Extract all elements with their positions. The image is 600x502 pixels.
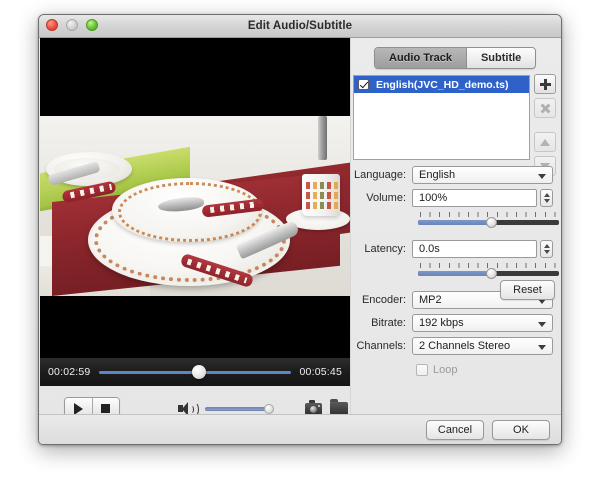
total-time: 00:05:45: [299, 366, 342, 378]
list-item[interactable]: English(JVC_HD_demo.ts): [354, 76, 529, 93]
player-volume-track: [205, 406, 268, 411]
move-track-up-button[interactable]: [534, 132, 556, 152]
window-body: 00:02:59 00:05:45 Audio Track Subtitle E…: [39, 38, 561, 444]
language-row: Language: English: [351, 166, 561, 184]
arrow-up-icon: [540, 138, 550, 146]
scrub-track[interactable]: [99, 365, 291, 379]
tab-audio-track[interactable]: Audio Track: [375, 48, 466, 68]
latency-slider-ticks: [420, 263, 557, 268]
dialog-footer: Cancel OK: [39, 414, 561, 444]
volume-slider-knob[interactable]: [486, 217, 498, 228]
plus-icon: [539, 78, 551, 90]
volume-slider[interactable]: [418, 212, 559, 231]
playback-scrubber[interactable]: 00:02:59 00:05:45: [40, 358, 350, 386]
chevron-down-icon: [538, 345, 546, 350]
loop-checkbox[interactable]: [416, 364, 428, 376]
remove-track-button[interactable]: [534, 98, 556, 118]
current-time: 00:02:59: [48, 366, 91, 378]
latency-label: Latency:: [364, 243, 406, 255]
volume-input[interactable]: 100%: [412, 189, 537, 207]
settings-panel: Audio Track Subtitle English(JVC_HD_demo…: [351, 38, 561, 431]
add-track-button[interactable]: [534, 74, 556, 94]
tab-subtitle[interactable]: Subtitle: [465, 48, 536, 68]
audio-settings-form: Language: English Volume: 100% Latency: …: [351, 166, 561, 376]
stop-icon: [101, 404, 111, 413]
volume-slider-ticks: [420, 212, 557, 217]
volume-stepper[interactable]: [540, 189, 553, 207]
player-volume-knob[interactable]: [264, 403, 274, 414]
track-list-tools: [534, 74, 556, 180]
latency-input[interactable]: 0.0s: [412, 240, 537, 258]
reset-button[interactable]: Reset: [500, 280, 555, 300]
zoom-button[interactable]: [86, 19, 98, 31]
minimize-button[interactable]: [66, 19, 78, 31]
video-stage[interactable]: [40, 38, 350, 358]
latency-slider-fill: [418, 271, 492, 276]
volume-slider-fill: [418, 220, 492, 225]
latency-row: Latency: 0.0s: [351, 240, 561, 258]
encoder-label: Encoder:: [361, 294, 406, 306]
latency-stepper[interactable]: [540, 240, 553, 258]
window-controls: [46, 19, 98, 31]
loop-row[interactable]: Loop: [416, 364, 561, 376]
language-select[interactable]: English: [412, 166, 553, 184]
language-value: English: [419, 169, 456, 181]
stepper-up-icon: [543, 193, 550, 197]
window-title: Edit Audio/Subtitle: [247, 20, 353, 32]
play-icon: [73, 402, 83, 415]
track-list[interactable]: English(JVC_HD_demo.ts): [353, 75, 530, 160]
track-label: English(JVC_HD_demo.ts): [376, 78, 509, 91]
close-button[interactable]: [46, 19, 58, 31]
x-icon: [540, 103, 551, 114]
language-label: Language:: [354, 169, 406, 181]
channels-select[interactable]: 2 Channels Stereo: [412, 337, 553, 355]
channels-row: Channels: 2 Channels Stereo: [351, 337, 561, 355]
latency-slider-knob[interactable]: [486, 268, 498, 279]
chevron-down-icon: [538, 322, 546, 327]
window-titlebar: Edit Audio/Subtitle: [39, 15, 561, 38]
cancel-button[interactable]: Cancel: [426, 420, 484, 440]
chevron-down-icon: [538, 174, 546, 179]
video-player: 00:02:59 00:05:45: [40, 38, 350, 431]
ok-button[interactable]: OK: [492, 420, 550, 440]
volume-row: Volume: 100%: [351, 189, 561, 207]
scrub-knob[interactable]: [191, 365, 206, 379]
channels-label: Channels:: [356, 340, 406, 352]
channels-value: 2 Channels Stereo: [419, 340, 511, 352]
tab-bar: Audio Track Subtitle: [374, 47, 537, 69]
track-checkbox[interactable]: [358, 79, 369, 90]
bitrate-label: Bitrate:: [371, 317, 406, 329]
edit-audio-subtitle-window: Edit Audio/Subtitle 00:02:59 00:05:45 Au…: [38, 14, 562, 445]
bitrate-value: 192 kbps: [419, 317, 464, 329]
loop-label: Loop: [433, 364, 458, 376]
bitrate-select[interactable]: 192 kbps: [412, 314, 553, 332]
bitrate-row: Bitrate: 192 kbps: [351, 314, 561, 332]
footer-buttons: Cancel OK: [426, 420, 550, 440]
volume-label: Volume:: [366, 192, 406, 204]
stepper-up-icon: [543, 244, 550, 248]
stepper-down-icon: [543, 199, 550, 203]
video-frame-image: [40, 116, 350, 296]
camera-icon: [304, 399, 322, 415]
encoder-value: MP2: [419, 294, 442, 306]
stepper-down-icon: [543, 250, 550, 254]
